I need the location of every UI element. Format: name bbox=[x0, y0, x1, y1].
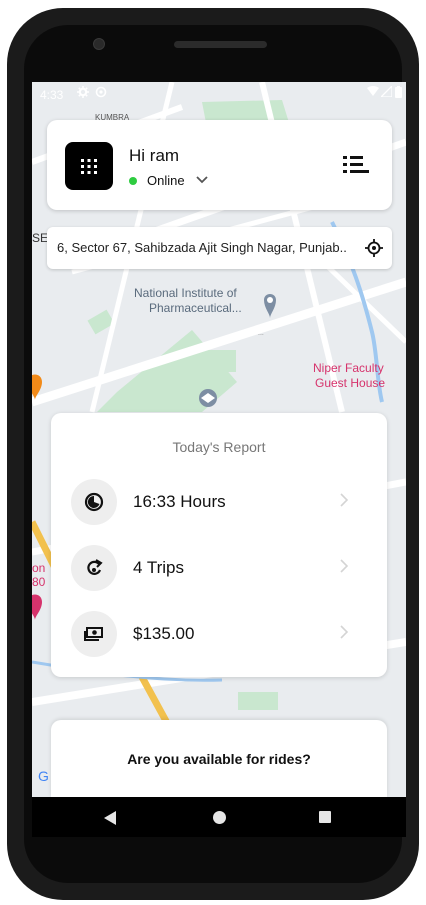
map-label-edge-2: 80 bbox=[32, 575, 46, 589]
online-status-label[interactable]: Online bbox=[147, 173, 185, 188]
home-icon[interactable] bbox=[213, 811, 226, 824]
grid-dots-icon bbox=[81, 159, 97, 174]
hours-value: 16:33 Hours bbox=[133, 492, 226, 511]
map-label-ellipsis: ... bbox=[258, 330, 264, 337]
report-row-hours[interactable]: 16:33 Hours bbox=[51, 479, 387, 529]
greeting-card: Hi ram Online bbox=[47, 120, 392, 210]
map-google-logo: G bbox=[38, 768, 49, 784]
map-label-guest-1: Niper Faculty bbox=[313, 361, 384, 375]
recents-icon[interactable] bbox=[319, 811, 331, 823]
map-label-niper-2: Pharmaceutical... bbox=[149, 301, 242, 315]
chevron-down-icon[interactable] bbox=[195, 174, 209, 186]
online-status-dot bbox=[129, 177, 137, 185]
earnings-value: $135.00 bbox=[133, 624, 195, 643]
availability-card[interactable]: Are you available for rides? bbox=[51, 720, 387, 797]
chevron-right-icon[interactable] bbox=[339, 558, 349, 574]
signal-icon bbox=[379, 84, 393, 100]
availability-question: Are you available for rides? bbox=[127, 751, 311, 767]
settings-icon bbox=[77, 86, 89, 101]
report-row-trips[interactable]: 4 Trips bbox=[51, 545, 387, 595]
trips-value: 4 Trips bbox=[133, 558, 185, 577]
timer-icon bbox=[71, 479, 117, 525]
greeting-text: Hi ram bbox=[129, 146, 180, 165]
address-bar[interactable]: 6, Sector 67, Sahibzada Ajit Singh Nagar… bbox=[47, 227, 392, 269]
report-title: Today's Report bbox=[172, 439, 266, 455]
menu-list-icon[interactable] bbox=[343, 154, 369, 176]
sync-icon bbox=[95, 86, 107, 101]
crosshair-icon[interactable] bbox=[365, 239, 383, 257]
chevron-right-icon[interactable] bbox=[339, 624, 349, 640]
current-address[interactable]: 6, Sector 67, Sahibzada Ajit Singh Nagar… bbox=[57, 240, 352, 255]
wifi-icon bbox=[367, 86, 379, 100]
todays-report-card: Today's Report 16:33 Hours 4 Trips $135.… bbox=[51, 413, 387, 677]
cash-icon bbox=[71, 611, 117, 657]
map-label-edge-1: on bbox=[32, 561, 45, 575]
status-bar: 4:33 bbox=[32, 82, 406, 106]
system-nav-bar bbox=[32, 797, 406, 837]
map-label-sector: SE bbox=[32, 231, 48, 245]
app-logo[interactable] bbox=[65, 142, 113, 190]
route-icon bbox=[71, 545, 117, 591]
status-time: 4:33 bbox=[40, 88, 64, 102]
chevron-right-icon[interactable] bbox=[339, 492, 349, 508]
earpiece-speaker bbox=[174, 41, 267, 48]
map-label-niper-1: National Institute of bbox=[134, 286, 237, 300]
report-row-earnings[interactable]: $135.00 bbox=[51, 611, 387, 661]
front-camera bbox=[93, 38, 105, 50]
battery-icon bbox=[395, 86, 402, 101]
back-icon[interactable] bbox=[104, 811, 117, 825]
map-label-guest-2: Guest House bbox=[315, 376, 385, 390]
